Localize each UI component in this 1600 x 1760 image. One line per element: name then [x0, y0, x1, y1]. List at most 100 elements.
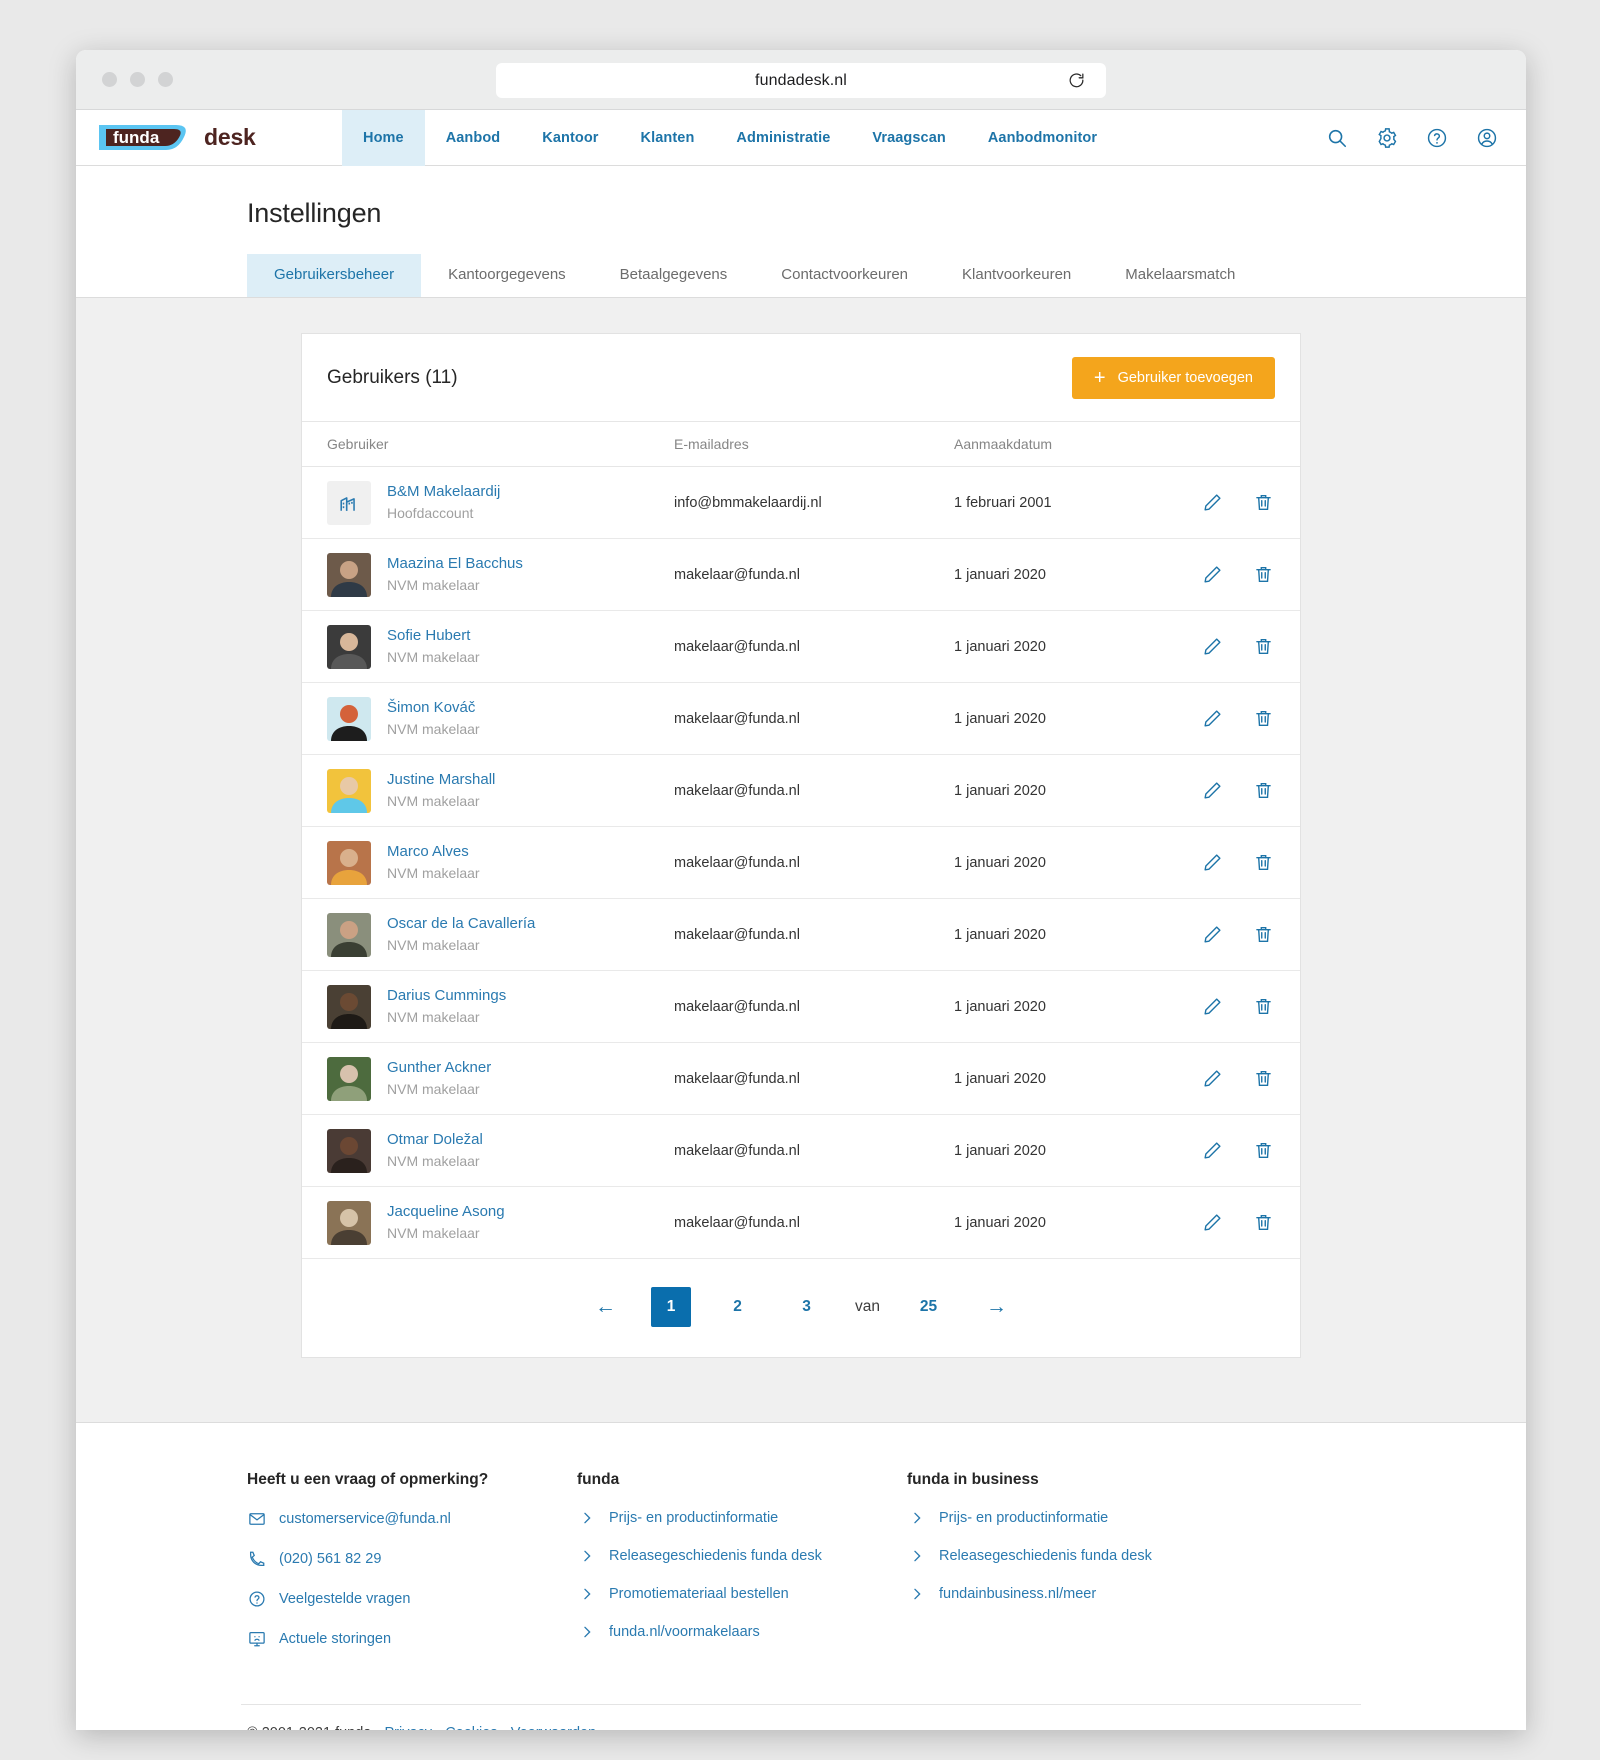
footer-link-funda-voormakelaars[interactable]: funda.nl/voormakelaars	[577, 1624, 907, 1640]
nav-item-vraagscan[interactable]: Vraagscan	[851, 110, 966, 166]
edit-pencil-icon[interactable]	[1202, 492, 1223, 513]
footer-link-business-release[interactable]: Releasegeschiedenis funda desk	[907, 1548, 1237, 1564]
tab-contactvoorkeuren[interactable]: Contactvoorkeuren	[754, 254, 935, 297]
user-email: info@bmmakelaardij.nl	[674, 494, 822, 511]
pagination-page-3[interactable]: 3	[795, 1288, 818, 1326]
trash-icon[interactable]	[1253, 636, 1274, 657]
pagination-page-2[interactable]: 2	[726, 1288, 749, 1326]
edit-pencil-icon[interactable]	[1202, 1212, 1223, 1233]
trash-icon[interactable]	[1253, 1068, 1274, 1089]
footer-link-business-prijs[interactable]: Prijs- en productinformatie	[907, 1510, 1237, 1526]
trash-icon[interactable]	[1253, 996, 1274, 1017]
trash-icon[interactable]	[1253, 1140, 1274, 1161]
address-bar[interactable]: fundadesk.nl	[496, 63, 1106, 98]
trash-icon[interactable]	[1253, 924, 1274, 945]
trash-icon[interactable]	[1253, 852, 1274, 873]
footer-link-funda-release[interactable]: Releasegeschiedenis funda desk	[577, 1548, 907, 1564]
legal-link-cookies[interactable]: Cookies	[445, 1725, 497, 1730]
cell-actions	[1194, 826, 1300, 899]
tab-makelaarsmatch[interactable]: Makelaarsmatch	[1098, 254, 1262, 297]
funda-desk-logo[interactable]: funda desk	[96, 122, 342, 153]
tab-klantvoorkeuren[interactable]: Klantvoorkeuren	[935, 254, 1098, 297]
footer-link-outages[interactable]: Actuele storingen	[247, 1630, 577, 1648]
pagination-page-1[interactable]: 1	[651, 1287, 691, 1327]
user-name[interactable]: B&M Makelaardij	[387, 481, 500, 503]
footer-link-email[interactable]: customerservice@funda.nl	[247, 1510, 577, 1528]
column-header-user: Gebruiker	[302, 422, 674, 467]
user-name[interactable]: Maazina El Bacchus	[387, 553, 523, 575]
user-role: NVM makelaar	[387, 1081, 480, 1098]
user-name[interactable]: Marco Alves	[387, 841, 480, 863]
edit-pencil-icon[interactable]	[1202, 996, 1223, 1017]
cell-actions	[1194, 682, 1300, 755]
page-title: Instellingen	[247, 198, 382, 228]
user-email: makelaar@funda.nl	[674, 854, 800, 871]
trash-icon[interactable]	[1253, 564, 1274, 585]
user-avatar	[327, 1128, 371, 1173]
account-circle-icon[interactable]	[1475, 126, 1498, 149]
footer-link-faq[interactable]: Veelgestelde vragen	[247, 1590, 577, 1608]
user-name[interactable]: Šimon Kováč	[387, 697, 480, 719]
edit-pencil-icon[interactable]	[1202, 708, 1223, 729]
maximize-window-dot[interactable]	[158, 72, 173, 87]
search-icon[interactable]	[1325, 126, 1348, 149]
tab-kantoorgegevens[interactable]: Kantoorgegevens	[421, 254, 593, 297]
edit-pencil-icon[interactable]	[1202, 564, 1223, 585]
cell-actions	[1194, 1042, 1300, 1115]
user-avatar	[327, 696, 371, 741]
nav-item-kantoor[interactable]: Kantoor	[521, 110, 619, 166]
address-bar-url: fundadesk.nl	[755, 71, 847, 89]
footer-link-phone[interactable]: (020) 561 82 29	[247, 1550, 577, 1568]
nav-item-home[interactable]: Home	[342, 109, 425, 166]
legal-link-privacy[interactable]: Privacy	[385, 1725, 433, 1730]
user-role: NVM makelaar	[387, 937, 480, 954]
tab-betaalgegevens[interactable]: Betaalgegevens	[593, 254, 755, 297]
nav-item-aanbodmonitor[interactable]: Aanbodmonitor	[967, 110, 1118, 166]
edit-pencil-icon[interactable]	[1202, 852, 1223, 873]
edit-pencil-icon[interactable]	[1202, 1140, 1223, 1161]
help-circle-icon[interactable]	[1425, 126, 1448, 149]
footer-link-funda-prijs[interactable]: Prijs- en productinformatie	[577, 1510, 907, 1526]
user-name[interactable]: Jacqueline Asong	[387, 1201, 505, 1223]
nav-item-administratie[interactable]: Administratie	[715, 110, 851, 166]
trash-icon[interactable]	[1253, 708, 1274, 729]
cell-created: 1 januari 2020	[954, 610, 1194, 683]
trash-icon[interactable]	[1253, 492, 1274, 513]
pagination-last-page[interactable]: 25	[917, 1288, 940, 1326]
gear-icon[interactable]	[1375, 126, 1398, 149]
nav-item-klanten[interactable]: Klanten	[620, 110, 716, 166]
trash-icon[interactable]	[1253, 1212, 1274, 1233]
footer-link-business-meer[interactable]: fundainbusiness.nl/meer	[907, 1586, 1237, 1602]
nav-item-aanbod[interactable]: Aanbod	[425, 110, 522, 166]
pagination-prev-arrow[interactable]: ←	[594, 1288, 617, 1326]
trash-icon[interactable]	[1253, 780, 1274, 801]
edit-pencil-icon[interactable]	[1202, 1068, 1223, 1089]
tab-gebruikersbeheer[interactable]: Gebruikersbeheer	[247, 254, 422, 297]
column-header-actions	[1194, 422, 1300, 467]
cell-email: makelaar@funda.nl	[674, 610, 954, 683]
cell-actions	[1194, 466, 1300, 539]
footer-link-funda-promo[interactable]: Promotiemateriaal bestellen	[577, 1586, 907, 1602]
user-name[interactable]: Oscar de la Cavallería	[387, 913, 535, 935]
edit-pencil-icon[interactable]	[1202, 780, 1223, 801]
cell-email: makelaar@funda.nl	[674, 1042, 954, 1115]
user-name[interactable]: Justine Marshall	[387, 769, 495, 791]
user-name[interactable]: Gunther Ackner	[387, 1057, 491, 1079]
cell-email: makelaar@funda.nl	[674, 898, 954, 971]
user-name[interactable]: Sofie Hubert	[387, 625, 480, 647]
add-user-button[interactable]: + Gebruiker toevoegen	[1071, 357, 1275, 399]
minimize-window-dot[interactable]	[130, 72, 145, 87]
copyright-text: © 2001-2021 funda	[247, 1725, 371, 1730]
cell-created: 1 januari 2020	[954, 1186, 1194, 1259]
cell-created: 1 januari 2020	[954, 970, 1194, 1043]
close-window-dot[interactable]	[102, 72, 117, 87]
edit-pencil-icon[interactable]	[1202, 636, 1223, 657]
legal-link-voorwaarden[interactable]: Voorwaarden	[511, 1725, 596, 1730]
user-role: NVM makelaar	[387, 793, 480, 810]
pagination-next-arrow[interactable]: →	[985, 1288, 1008, 1326]
user-name[interactable]: Otmar Doležal	[387, 1129, 483, 1151]
user-name[interactable]: Darius Cummings	[387, 985, 506, 1007]
edit-pencil-icon[interactable]	[1202, 924, 1223, 945]
reload-icon[interactable]	[1067, 71, 1086, 95]
user-role: NVM makelaar	[387, 1009, 480, 1026]
